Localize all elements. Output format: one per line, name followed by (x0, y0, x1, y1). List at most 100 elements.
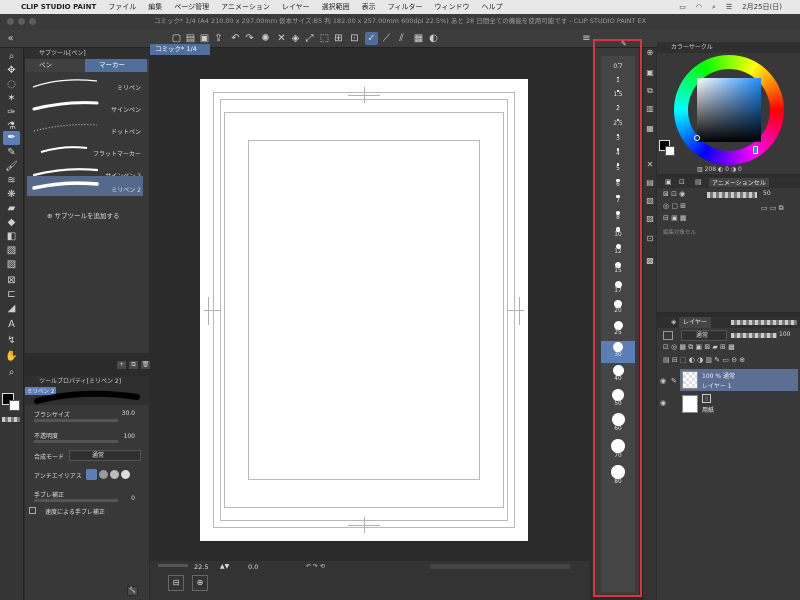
brush-size-option[interactable]: 5 (601, 162, 635, 177)
brush-size-option[interactable]: 4 (601, 147, 635, 162)
search-icon[interactable]: ⌕ (712, 3, 716, 12)
subtool-copy-icon[interactable]: ⧉ (128, 360, 139, 370)
menu-view[interactable]: 表示 (362, 2, 376, 12)
grid-icon[interactable]: ▦ (412, 32, 425, 45)
menu-help[interactable]: ヘルプ (482, 2, 503, 12)
onion-skin-value[interactable]: 50 (763, 190, 771, 197)
sub-color-chip[interactable] (665, 146, 675, 156)
brush-size-slider[interactable] (34, 419, 118, 422)
brush-size-option[interactable]: 6 (601, 178, 635, 193)
ruler-snap-icon[interactable]: ⟋ (380, 32, 393, 45)
tab-animation-cel[interactable]: アニメーションセル (709, 178, 769, 187)
brush-size-option[interactable]: 1 (601, 76, 635, 89)
brush-size-option[interactable]: 20 (601, 299, 635, 319)
brush-size-option[interactable]: 2 (601, 104, 635, 118)
layer-opacity-value[interactable]: 100 (779, 331, 790, 338)
blend-mode-select[interactable]: 通常 (69, 450, 141, 461)
blend-tool-icon[interactable]: ◆ (3, 216, 20, 230)
cel-tool-icon-3[interactable]: ⊟ ▣ ▦ (663, 214, 687, 222)
brightness-value[interactable]: 0 (738, 166, 742, 173)
layer-property-icon[interactable]: ⊡ (645, 234, 655, 244)
minimize-icon[interactable] (18, 18, 25, 25)
eraser-tool-icon[interactable]: ▰ (3, 202, 20, 216)
ruler-tool-icon[interactable]: ⊏ (3, 288, 20, 302)
zoom-slider[interactable] (158, 564, 188, 567)
zoom-value[interactable]: 22.5 (194, 563, 208, 571)
brush-size-option[interactable]: 50 (601, 388, 635, 412)
document-tab[interactable]: コミック* 1/4 (150, 44, 210, 55)
hand-tool-icon[interactable]: ✋ (3, 350, 20, 364)
navigator-toggle-icon[interactable]: ⊟ (168, 575, 184, 591)
cel-tool-icon-2[interactable]: ◎ ▢ ⊞ (663, 202, 686, 210)
menu-app-name[interactable]: CLIP STUDIO PAINT (21, 3, 96, 11)
layer-row[interactable]: 100 % 通常 レイヤー 1 (680, 369, 798, 391)
layer-blend-select[interactable]: 通常 (681, 330, 727, 341)
snap-icon[interactable]: ✓ (365, 32, 378, 45)
stabilization-slider[interactable] (34, 499, 118, 502)
horizontal-scrollbar[interactable] (430, 564, 570, 569)
control-center-icon[interactable]: ☰ (726, 3, 732, 11)
brush-item-millipen2[interactable]: ミリペン 2 (27, 176, 143, 196)
menu-selection[interactable]: 選択範囲 (322, 2, 350, 12)
brush-size-option[interactable]: 0.7 (601, 62, 635, 75)
brush-size-row[interactable]: ブラシサイズ 30.0 (25, 410, 149, 422)
pencil-tool-icon[interactable]: ✎ (3, 146, 20, 160)
brush-size-option[interactable]: 12 (601, 243, 635, 260)
layer-tool-icons-2[interactable]: ▤ ⊟ ⬚ ◐ ◑ ▥ ✎ ▭ ⊖ ⊕ (663, 356, 745, 364)
brush-tool-icon[interactable]: 🖌 (3, 160, 20, 174)
speed-stabilization-checkbox[interactable] (29, 507, 36, 514)
layer-search-icon[interactable]: ▩ (645, 256, 655, 266)
tab-auto-action-icon[interactable]: ▣ (665, 178, 672, 186)
quick-access-icon[interactable]: ▨ (645, 214, 655, 224)
color-picker-cursor[interactable] (694, 135, 700, 141)
timeline-icon[interactable]: ✕ (645, 160, 655, 170)
brush-size-option[interactable]: 30 (601, 341, 635, 364)
battery-icon[interactable]: ▭ (679, 3, 686, 11)
clear-icon[interactable]: ✕ (275, 32, 288, 45)
magic-wand-icon[interactable]: ✶ (3, 92, 20, 106)
color-set-icon[interactable]: ▥ (645, 104, 655, 114)
brush-item-signpen[interactable]: サインペン (27, 96, 143, 116)
correct-line-tool-icon[interactable]: ↯ (3, 334, 20, 348)
stabilization-row[interactable]: 手ブレ補正 0 (25, 490, 149, 502)
text-tool-icon[interactable]: ◢ (3, 302, 20, 316)
saturation-value[interactable]: 0 (725, 166, 729, 173)
opacity-row[interactable]: 不透明度 100 (25, 431, 149, 443)
menu-edit[interactable]: 編集 (148, 2, 162, 12)
color-picker-icon[interactable]: ✑ (3, 106, 20, 120)
brush-size-option[interactable]: 10 (601, 226, 635, 243)
history-icon[interactable]: ▦ (645, 124, 655, 134)
brush-size-option[interactable]: 70 (601, 438, 635, 464)
antialias-mid-option[interactable] (110, 470, 119, 479)
hue-value[interactable]: 208 (705, 166, 716, 173)
layer-settings-icon[interactable] (663, 331, 673, 340)
paper-visibility-icon[interactable]: ◉ (660, 399, 666, 407)
antialias-row[interactable]: アンチエイリアス (25, 469, 149, 483)
sub-view-icon[interactable]: ▣ (645, 68, 655, 78)
manuscript-page[interactable] (200, 79, 528, 541)
clock-date[interactable]: 2月25日(日) (742, 2, 782, 12)
brush-size-option[interactable]: 7 (601, 194, 635, 210)
decoration-tool-icon[interactable]: ❋ (3, 188, 20, 202)
brush-size-option[interactable]: 60 (601, 412, 635, 437)
page-manage-icon[interactable]: ⊕ (192, 575, 208, 591)
panel-menu-icon[interactable]: ≡ (580, 32, 593, 45)
navigator-icon[interactable]: ⊕ (645, 48, 655, 58)
subtool-new-icon[interactable]: + (116, 360, 127, 370)
lasso-tool-icon[interactable]: ◌ (3, 78, 20, 92)
tab-pen[interactable]: ペン (25, 59, 83, 72)
brush-size-option[interactable]: 80 (601, 464, 635, 490)
brush-size-option[interactable]: 8 (601, 210, 635, 226)
layer-tool-icons-1[interactable]: ⊡ ◎ ▦ ⧉ ▣ ⊠ ▰ ⊞ ▩ (663, 343, 735, 352)
close-icon[interactable] (7, 18, 14, 25)
export-icon[interactable]: ⇪ (212, 32, 225, 45)
antialias-none-option[interactable] (86, 469, 97, 480)
tab-item-bank-icon[interactable]: ⊡ (679, 178, 685, 186)
cel-folder-icon[interactable]: ▭ ▭ ⧉ (761, 204, 784, 213)
wifi-icon[interactable]: ◠ (696, 3, 702, 11)
select-all-icon[interactable]: ⊞ (332, 32, 345, 45)
clip-studio-icon[interactable]: ◐ (427, 32, 440, 45)
add-subtool-button[interactable]: ⊕ サブツールを追加する (47, 210, 120, 220)
material-icon[interactable]: ⧉ (645, 86, 655, 96)
layer-edit-icon[interactable]: ✎ (671, 377, 677, 385)
